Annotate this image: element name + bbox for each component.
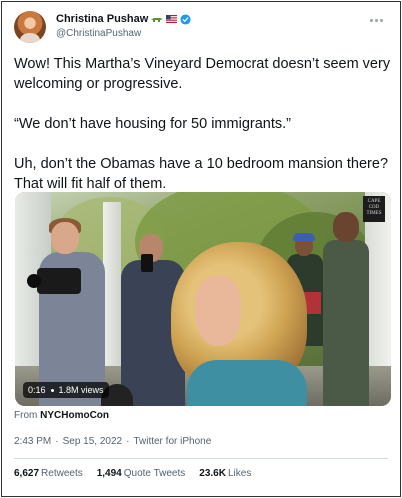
more-dot	[369, 18, 373, 22]
phone-icon	[141, 254, 153, 272]
author-display-name[interactable]: Christina Pushaw	[56, 13, 148, 25]
person-head	[333, 212, 359, 242]
woman-face	[195, 276, 241, 346]
woman-shirt	[187, 360, 307, 406]
retweets-count: 6,627	[14, 468, 40, 479]
tweet-header: Christina Pushaw @ChristinaPushaw	[14, 11, 388, 45]
retweets-stat[interactable]: 6,627 Retweets	[14, 468, 83, 479]
separator-dot	[50, 388, 54, 392]
more-options-icon[interactable]	[366, 15, 386, 25]
person-cap	[293, 233, 315, 241]
more-dot	[379, 18, 383, 22]
tweet-date[interactable]: Sep 15, 2022	[63, 436, 123, 447]
source-prefix: From	[14, 410, 38, 421]
more-dot	[374, 18, 378, 22]
video-player[interactable]: CAPE COD TIMES 0:16 1.8M views	[15, 192, 391, 406]
retweets-label: Retweets	[41, 468, 83, 479]
tweet-text: Wow! This Martha’s Vineyard Democrat doe…	[14, 56, 391, 192]
meta-separator: ·	[55, 436, 59, 447]
tweet-time[interactable]: 2:43 PM	[14, 436, 51, 447]
likes-label: Likes	[227, 468, 252, 479]
quote-tweets-count: 1,494	[96, 468, 122, 479]
person-head	[51, 222, 79, 254]
video-views: 1.8M views	[58, 385, 104, 395]
video-cameraman	[27, 218, 107, 406]
video-source: From NYCHomoCon	[14, 410, 109, 421]
likes-stat[interactable]: 23.6K Likes	[199, 468, 251, 479]
author-avatar[interactable]	[14, 11, 46, 43]
us-flag-icon	[166, 15, 178, 23]
name-row: Christina Pushaw	[56, 13, 191, 25]
watermark-text: CAPE COD TIMES	[366, 199, 382, 216]
verified-icon	[180, 13, 191, 25]
video-person	[323, 212, 369, 406]
meta-separator: ·	[126, 436, 130, 447]
video-duration: 0:16	[28, 385, 46, 395]
tweet-stats: 6,627 Retweets 1,494 Quote Tweets 23.6K Lik…	[14, 468, 251, 479]
divider	[14, 458, 388, 459]
source-account-link[interactable]: NYCHomoCon	[40, 410, 109, 421]
avatar-shoulder	[20, 33, 40, 43]
quote-tweets-stat[interactable]: 1,494 Quote Tweets	[97, 468, 186, 479]
tweet-client[interactable]: Twitter for iPhone	[133, 436, 211, 447]
news-watermark-logo: CAPE COD TIMES	[363, 196, 385, 222]
video-camera-icon	[37, 268, 81, 294]
author-handle[interactable]: @ChristinaPushaw	[56, 28, 141, 39]
crocodile-icon	[151, 15, 164, 23]
likes-count: 23.6K	[199, 468, 226, 479]
camera-lens	[27, 274, 41, 288]
tweet-card: Christina Pushaw @ChristinaPushaw Wow! T…	[1, 1, 401, 497]
video-duration-badge: 0:16 1.8M views	[23, 382, 109, 398]
person-body	[323, 240, 369, 406]
video-woman	[165, 242, 315, 406]
quote-tweets-label: Quote Tweets	[123, 468, 186, 479]
tweet-meta: 2:43 PM · Sep 15, 2022 · Twitter for iPh…	[14, 436, 211, 447]
